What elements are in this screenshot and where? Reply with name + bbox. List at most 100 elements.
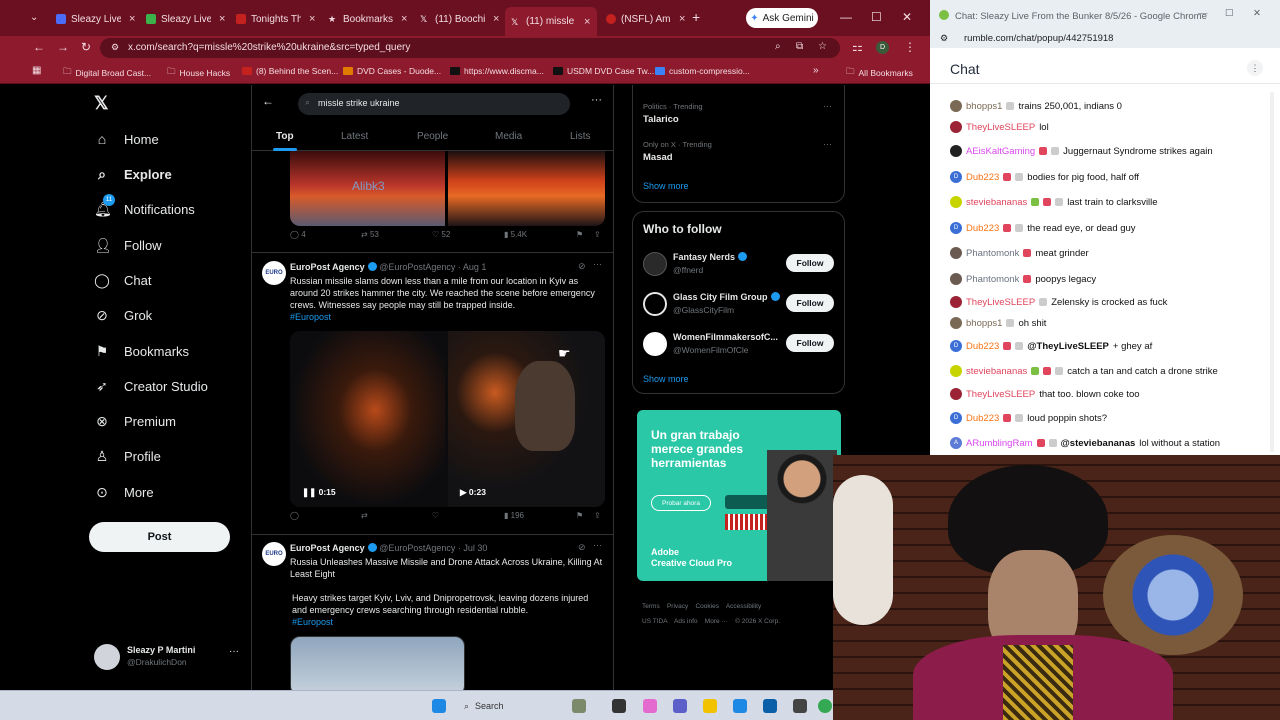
grok-icon[interactable]: ⊘ (578, 261, 586, 272)
bookmark-icon[interactable]: ⚑ (576, 511, 583, 520)
tab-close-icon[interactable]: × (401, 13, 407, 25)
more-bookmarks-icon[interactable]: » (813, 65, 819, 76)
tab-close-icon[interactable]: × (309, 13, 315, 25)
repost-button[interactable]: ⇄ (361, 511, 368, 520)
nav-premium[interactable]: ⊗ Premium (94, 413, 176, 430)
bookmark-star-icon[interactable]: ☆ (818, 41, 827, 52)
chat-username[interactable]: TheyLiveSLEEP (966, 122, 1035, 133)
task-view-icon[interactable] (612, 699, 626, 713)
bookmark-item[interactable]: (8) Behind the Scen... (242, 66, 338, 76)
bookmark-item[interactable]: USDM DVD Case Tw... (553, 66, 654, 76)
site-info-icon[interactable]: ⚙ (111, 42, 119, 53)
tweet-date[interactable]: · Jul 30 (458, 543, 488, 553)
account-switcher[interactable]: Sleazy P Martini @DrakulichDon ··· (94, 642, 244, 672)
chat-menu-icon[interactable]: ⋮ (1247, 60, 1263, 76)
nav-profile[interactable]: ♙ Profile (94, 448, 161, 465)
nav-chat[interactable]: ◯ Chat (94, 272, 151, 289)
edge-icon[interactable] (733, 699, 747, 713)
follow-suggestion[interactable]: Glass City Film Group @GlassCityFilm Fol… (633, 290, 844, 320)
more-options-icon[interactable]: ··· (591, 94, 602, 106)
bookmark-icon[interactable]: ⚑ (576, 230, 583, 239)
reply-button[interactable]: ◯ (290, 511, 299, 520)
chat-username[interactable]: Dub223 (966, 413, 999, 424)
hashtag-link[interactable]: #Europost (290, 312, 331, 322)
chat-username[interactable]: Phantomonk (966, 274, 1019, 285)
post-button[interactable]: Post (89, 522, 230, 552)
adobe-ad[interactable]: Un gran trabajo merece grandes herramien… (637, 410, 841, 581)
tab-close-icon[interactable]: × (129, 13, 135, 25)
tab-list-chevron-icon[interactable]: ⌄ (30, 12, 38, 23)
show-more-link[interactable]: Show more (643, 181, 689, 191)
back-arrow-icon[interactable]: ← (262, 94, 274, 108)
browser-tab[interactable]: Sleazy Live × (140, 8, 228, 30)
chat-username[interactable]: TheyLiveSLEEP (966, 389, 1035, 400)
browser-tab[interactable]: Tonights Th × (230, 8, 318, 30)
maximize-icon[interactable]: ☐ (871, 10, 882, 24)
browser-tab[interactable]: (NSFL) Ame × (600, 8, 688, 30)
follow-button[interactable]: Follow (786, 334, 834, 352)
footer-link[interactable]: Privacy (667, 603, 688, 610)
tab-close-icon[interactable]: × (493, 13, 499, 25)
bookmark-item[interactable]: DVD Cases - Duode... (343, 66, 441, 76)
chat-scrollbar[interactable] (1270, 92, 1274, 452)
browser-tab[interactable]: Sleazy Live × (50, 8, 138, 30)
follow-suggestion[interactable]: WomenFilmmakersofC... @WomenFilmOfCle Fo… (633, 330, 844, 360)
like-button[interactable]: ♡ 52 (432, 230, 450, 239)
nav-grok[interactable]: ⊘ Grok (94, 307, 152, 324)
windows-start-icon[interactable] (432, 699, 446, 713)
forward-icon[interactable]: → (57, 40, 69, 54)
follow-button[interactable]: Follow (786, 254, 834, 272)
nav-notifications[interactable]: 🔔︎ 11 Notifications (94, 194, 195, 218)
browser-tab-active[interactable]: 𝕏 (11) missle × (505, 7, 597, 36)
tab-close-icon[interactable]: × (219, 13, 225, 25)
zoom-icon[interactable]: ⌕ (775, 41, 781, 52)
chat-mention[interactable]: @TheyLiveSLEEP (1027, 341, 1109, 352)
more-options-icon[interactable]: ··· (823, 139, 832, 149)
nav-home[interactable]: ⌂ Home (94, 131, 159, 147)
bookmark-item[interactable]: https://www.discma... (450, 66, 544, 76)
reply-button[interactable]: ◯ 4 (290, 230, 306, 239)
footer-link[interactable]: Accessibility (726, 603, 761, 610)
share-icon[interactable]: ⇪ (594, 511, 601, 520)
file-explorer-icon[interactable] (703, 699, 717, 713)
chat-username[interactable]: bhopps1 (966, 318, 1002, 329)
footer-link[interactable]: Terms (642, 603, 660, 610)
footer-link[interactable]: More ··· (705, 618, 728, 625)
avatar[interactable]: EURO (262, 261, 286, 285)
more-options-icon[interactable]: ··· (593, 259, 602, 269)
new-tab-icon[interactable]: + (692, 9, 700, 25)
tab-latest[interactable]: Latest (341, 131, 368, 142)
chat-username[interactable]: Phantomonk (966, 248, 1019, 259)
chat-username[interactable]: Dub223 (966, 172, 999, 183)
pause-icon[interactable]: ❚❚ (302, 487, 316, 497)
author-name[interactable]: EuroPost Agency (290, 262, 365, 272)
close-window-icon[interactable]: ✕ (1253, 8, 1261, 19)
app-icon[interactable] (793, 699, 807, 713)
share-icon[interactable]: ⇪ (594, 230, 601, 239)
back-icon[interactable]: ← (33, 40, 45, 54)
hashtag-link[interactable]: #Europost (292, 617, 333, 627)
chrome-icon[interactable] (818, 699, 832, 713)
nav-bookmarks[interactable]: ⚑ Bookmarks (94, 343, 189, 360)
tab-lists[interactable]: Lists (570, 131, 591, 142)
chat-username[interactable]: bhopps1 (966, 101, 1002, 112)
tab-close-icon[interactable]: × (584, 16, 590, 28)
trend-item[interactable]: Only on X · Trending Masad ··· (633, 139, 844, 173)
all-bookmarks[interactable]: 🗀 All Bookmarks (846, 66, 913, 80)
follow-suggestion[interactable]: Fantasy Nerds @ffnerd Follow (633, 250, 844, 280)
chat-username[interactable]: Dub223 (966, 341, 999, 352)
show-more-link[interactable]: Show more (643, 374, 689, 384)
footer-link[interactable]: Ads info (674, 618, 698, 625)
tab-top[interactable]: Top (276, 131, 294, 142)
nav-creator-studio[interactable]: ➶ Creator Studio (94, 378, 208, 395)
avatar[interactable]: EURO (262, 542, 286, 566)
minimize-icon[interactable]: — (1198, 8, 1208, 19)
apps-grid-icon[interactable]: ▦ (32, 65, 41, 76)
tab-close-icon[interactable]: × (679, 13, 685, 25)
extensions-icon[interactable]: ⚏ (852, 40, 863, 54)
grok-icon[interactable]: ⊘ (578, 542, 586, 553)
tweet-date[interactable]: · Aug 1 (458, 262, 487, 272)
reload-icon[interactable]: ↻ (81, 40, 91, 54)
browser-tab[interactable]: ★ Bookmarks × (322, 8, 410, 30)
close-window-icon[interactable]: ✕ (902, 10, 912, 24)
